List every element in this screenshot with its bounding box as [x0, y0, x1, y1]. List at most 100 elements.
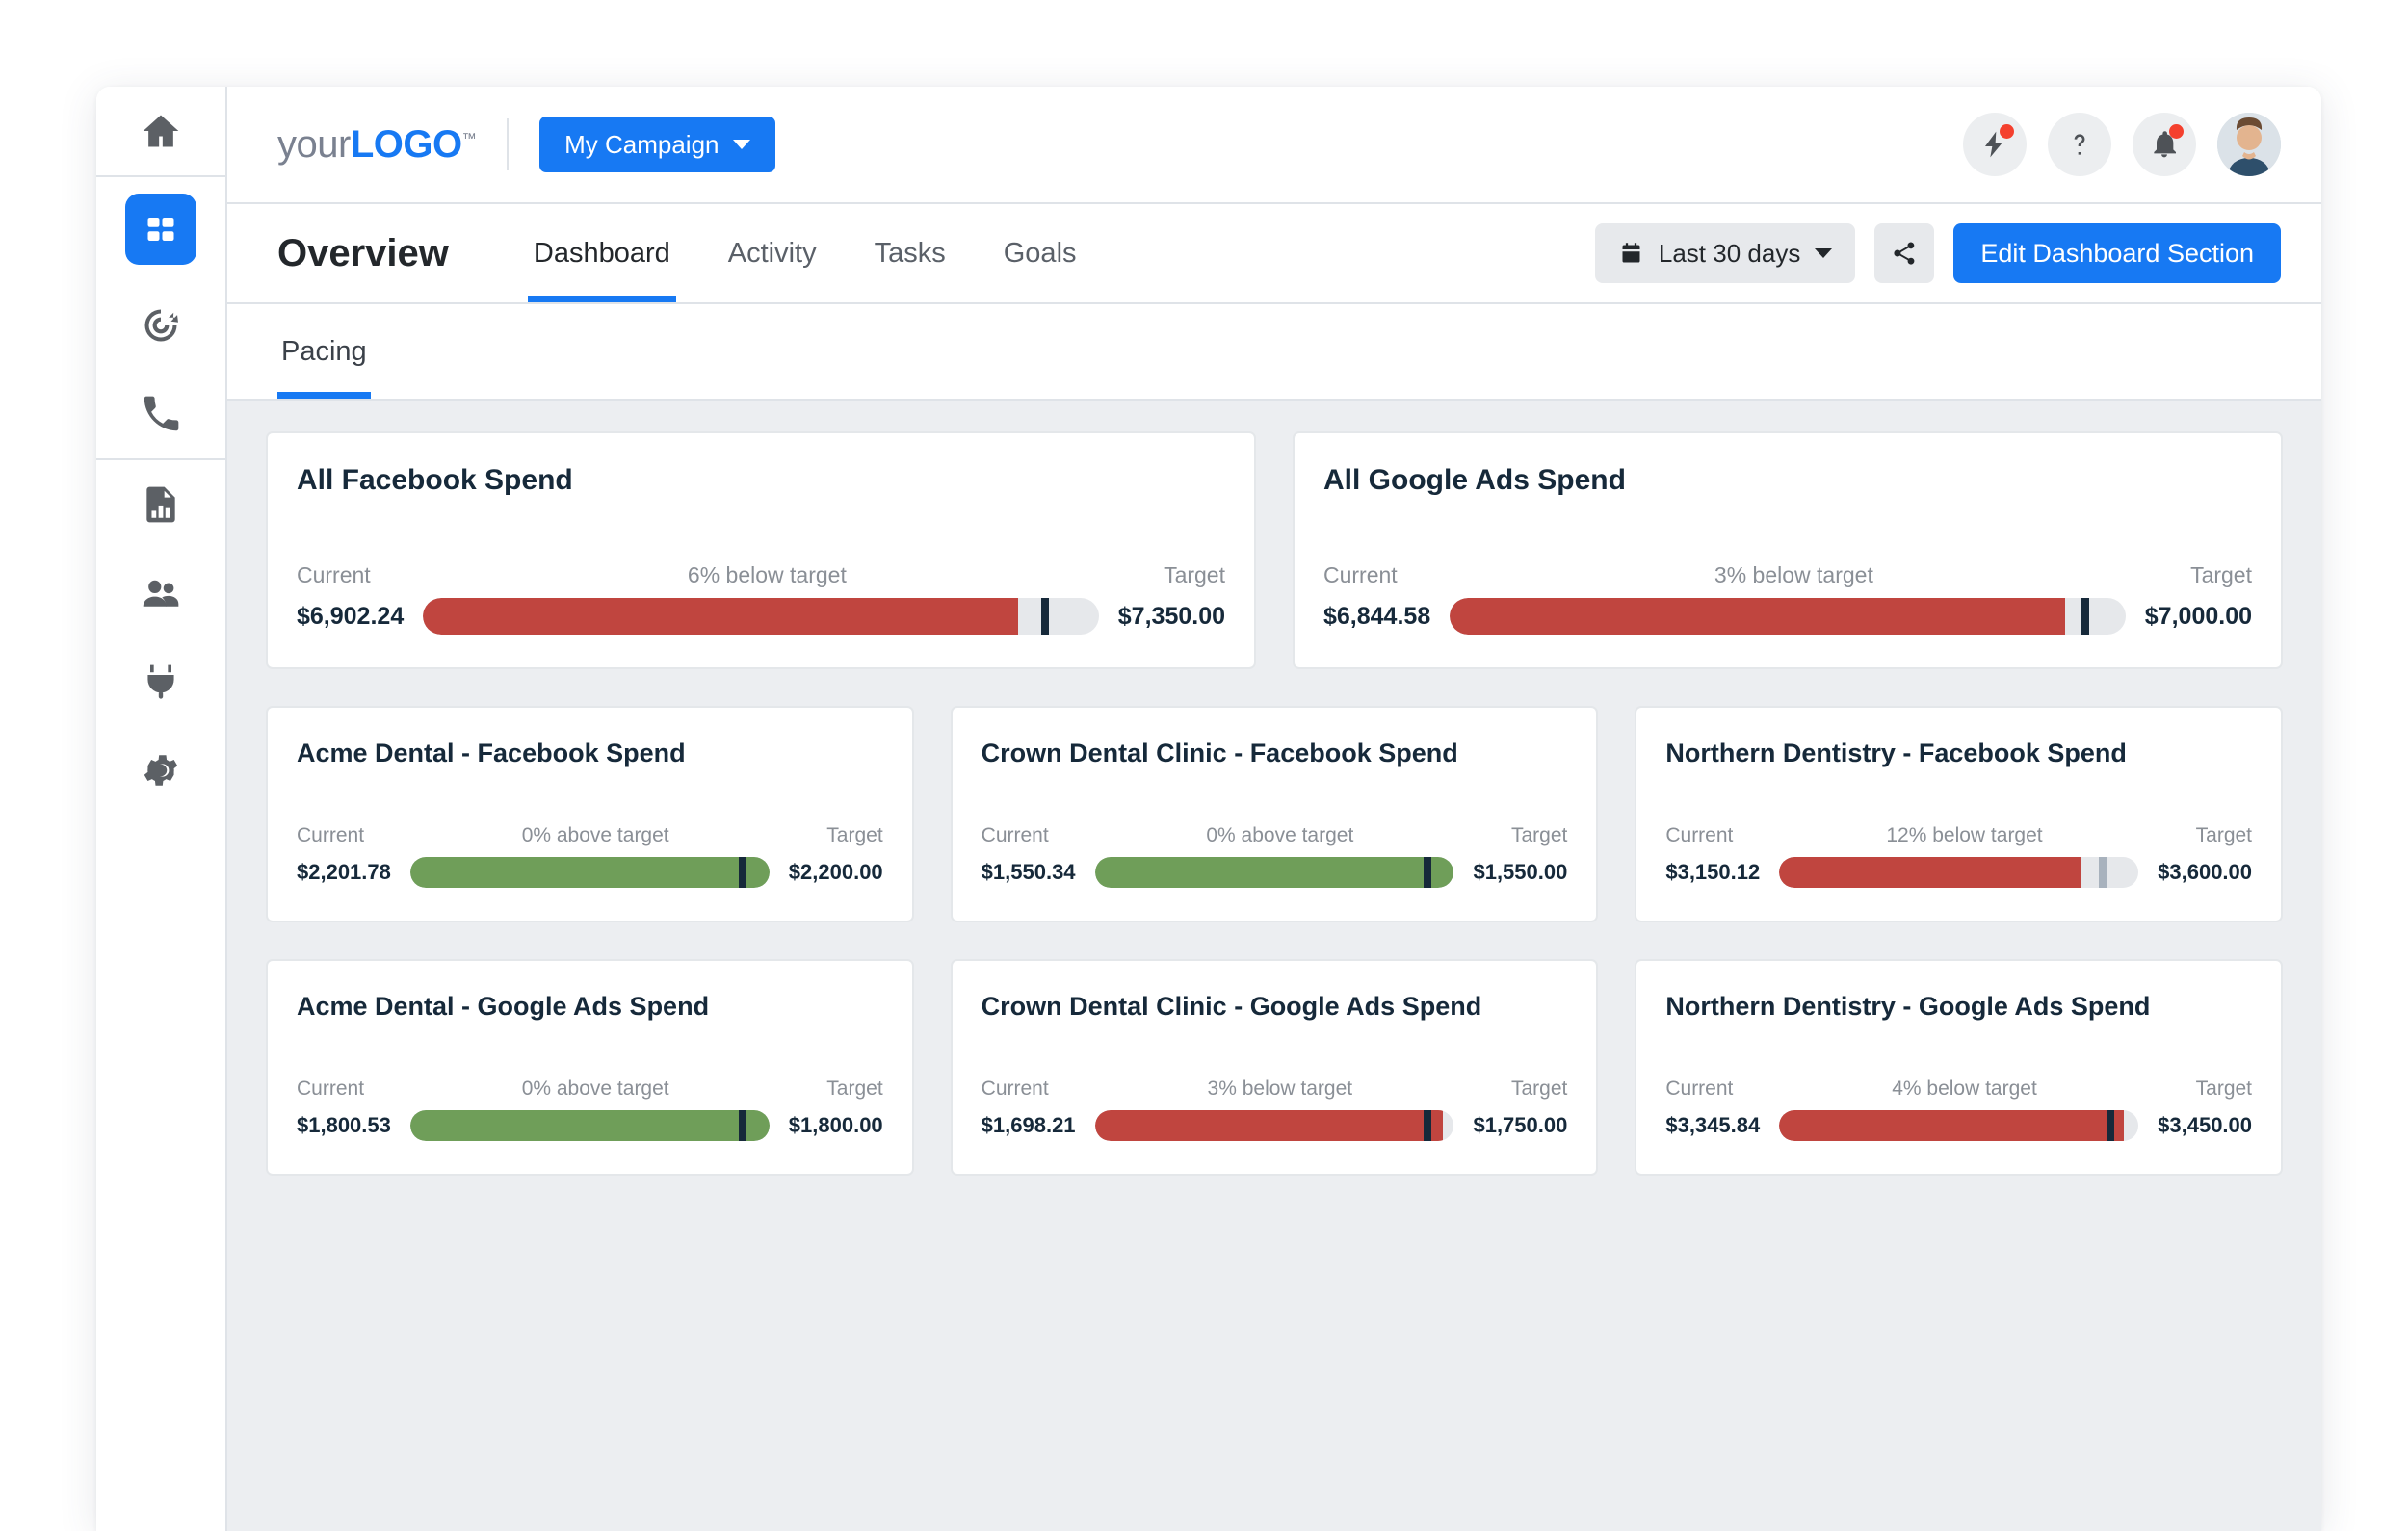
current-label: Current [1665, 1077, 1734, 1100]
card-title: Crown Dental Clinic - Facebook Spend [981, 739, 1458, 767]
progress-bar-fill [423, 598, 1018, 635]
help-button[interactable] [2048, 113, 2111, 176]
progress-bar-track [409, 857, 770, 888]
target-value: $7,000.00 [2144, 602, 2252, 630]
tab-activity[interactable]: Activity [699, 204, 846, 302]
tab-dashboard[interactable]: Dashboard [505, 204, 699, 302]
target-label: Target [2195, 824, 2253, 846]
people-icon [143, 580, 179, 607]
date-range-selector[interactable]: Last 30 days [1594, 223, 1856, 283]
plug-icon [147, 664, 174, 699]
header-divider [507, 118, 510, 170]
pacing-labels: Current 0% above target Target [982, 824, 1568, 847]
sidebar-group [96, 87, 225, 175]
sidebar-item-dashboard[interactable] [96, 177, 225, 281]
target-icon [144, 309, 178, 342]
progress-bar-fill [1094, 1110, 1444, 1141]
sidebar-group [96, 177, 225, 458]
gear-icon [144, 755, 178, 786]
pacing-labels: Current 3% below target Target [1323, 562, 2252, 588]
notifications-badge [2169, 124, 2184, 139]
quick-actions-button[interactable] [1963, 113, 2027, 176]
current-value: $2,201.78 [297, 860, 391, 884]
card-title: Acme Dental - Facebook Spend [297, 739, 686, 767]
target-marker [739, 1110, 747, 1141]
target-label: Target [1164, 562, 1225, 587]
pacing-labels: Current 0% above target Target [297, 1077, 883, 1101]
date-range-label: Last 30 days [1658, 238, 1801, 268]
edit-dashboard-section-button[interactable]: Edit Dashboard Section [1953, 223, 2281, 283]
question-mark-icon [2074, 134, 2085, 155]
progress-bar-track [1450, 598, 2126, 635]
target-label: Target [2195, 1077, 2253, 1100]
target-label: Target [1510, 1077, 1568, 1100]
progress-bar-fill [1450, 598, 2065, 635]
tab-bar: Overview Dashboard Activity Tasks Goals Las… [227, 204, 2321, 304]
target-value: $3,600.00 [2158, 860, 2253, 884]
target-marker [1423, 857, 1431, 888]
target-marker [739, 857, 747, 888]
current-value: $3,150.12 [1665, 860, 1761, 884]
pacing-labels: Current 12% below target Target [1665, 824, 2252, 847]
card-title: Acme Dental - Google Ads Spend [297, 992, 710, 1021]
progress-bar-track [1094, 1110, 1454, 1141]
current-label: Current [297, 1077, 365, 1100]
card-title: Northern Dentistry - Facebook Spend [1665, 739, 2127, 767]
user-avatar[interactable] [2217, 113, 2281, 176]
logo-light-text: your [277, 122, 351, 166]
share-button[interactable] [1874, 223, 1935, 283]
target-value: $7,350.00 [1117, 602, 1225, 630]
current-label: Current [981, 824, 1049, 846]
target-label: Target [826, 1077, 883, 1100]
current-label: Current [297, 824, 365, 846]
card-row: Acme Dental - Facebook Spend Current 0% ab… [266, 706, 2284, 922]
target-marker [2106, 1110, 2114, 1141]
pacing-labels: Current 4% below target Target [1665, 1077, 2252, 1101]
current-value: $1,550.34 [981, 860, 1076, 884]
pacing-bar-row: $2,201.78 $2,200.00 [297, 857, 883, 888]
card-title: All Google Ads Spend [1323, 464, 1626, 496]
card-row: All Facebook Spend Current 6% below target… [266, 431, 2283, 669]
status-text: 3% below target [1714, 562, 1873, 587]
sidebar-item-settings[interactable] [96, 726, 225, 815]
tab-tasks[interactable]: Tasks [846, 204, 975, 302]
status-text: 0% above target [1206, 824, 1354, 846]
card-title: All Facebook Spend [297, 464, 573, 496]
pacing-card: All Google Ads Spend Current 3% below targ… [1293, 431, 2283, 669]
status-text: 0% above target [521, 1077, 669, 1100]
notifications-button[interactable] [2133, 113, 2196, 176]
progress-bar-fill [1779, 1110, 2125, 1141]
sidebar-item-integrations[interactable] [96, 637, 225, 726]
pacing-card: Northern Dentistry - Facebook Spend Curre… [1635, 706, 2284, 922]
sidebar-item-home[interactable] [96, 87, 225, 175]
pacing-bar-row: $3,150.12 $3,600.00 [1665, 857, 2252, 888]
target-label: Target [826, 824, 883, 846]
logo-trademark: ™ [461, 130, 477, 147]
current-value: $1,800.53 [297, 1113, 391, 1137]
pacing-labels: Current 6% below target Target [297, 562, 1225, 588]
current-value: $3,345.84 [1665, 1113, 1761, 1137]
progress-bar-fill [1779, 857, 2081, 888]
toolbar: Last 30 days Edit Dashboard Section [1594, 223, 2281, 283]
sidebar-group [96, 460, 225, 815]
status-text: 0% above target [521, 824, 669, 846]
sidebar-item-contacts[interactable] [96, 549, 225, 637]
progress-bar-track [1779, 857, 2139, 888]
subtab-pacing[interactable]: Pacing [277, 304, 371, 399]
pacing-bar-row: $3,345.84 $3,450.00 [1665, 1110, 2252, 1141]
campaign-selector-label: My Campaign [564, 129, 720, 159]
tab-goals[interactable]: Goals [975, 204, 1106, 302]
target-value: $1,750.00 [1473, 1113, 1568, 1137]
sidebar-item-reports[interactable] [96, 460, 225, 549]
current-label: Current [981, 1077, 1049, 1100]
sidebar-item-targeting[interactable] [96, 281, 225, 370]
sidebar-item-calls[interactable] [96, 370, 225, 458]
progress-bar-fill [1094, 857, 1454, 888]
avatar-image [2217, 113, 2281, 176]
pacing-card: Acme Dental - Google Ads Spend Current 0% … [266, 959, 914, 1176]
status-text: 3% below target [1207, 1077, 1353, 1100]
campaign-selector-button[interactable]: My Campaign [539, 117, 775, 172]
top-header: yourLOGO™ My Campaign [227, 87, 2321, 204]
target-marker [2099, 857, 2107, 888]
pacing-card: Acme Dental - Facebook Spend Current 0% ab… [266, 706, 914, 922]
